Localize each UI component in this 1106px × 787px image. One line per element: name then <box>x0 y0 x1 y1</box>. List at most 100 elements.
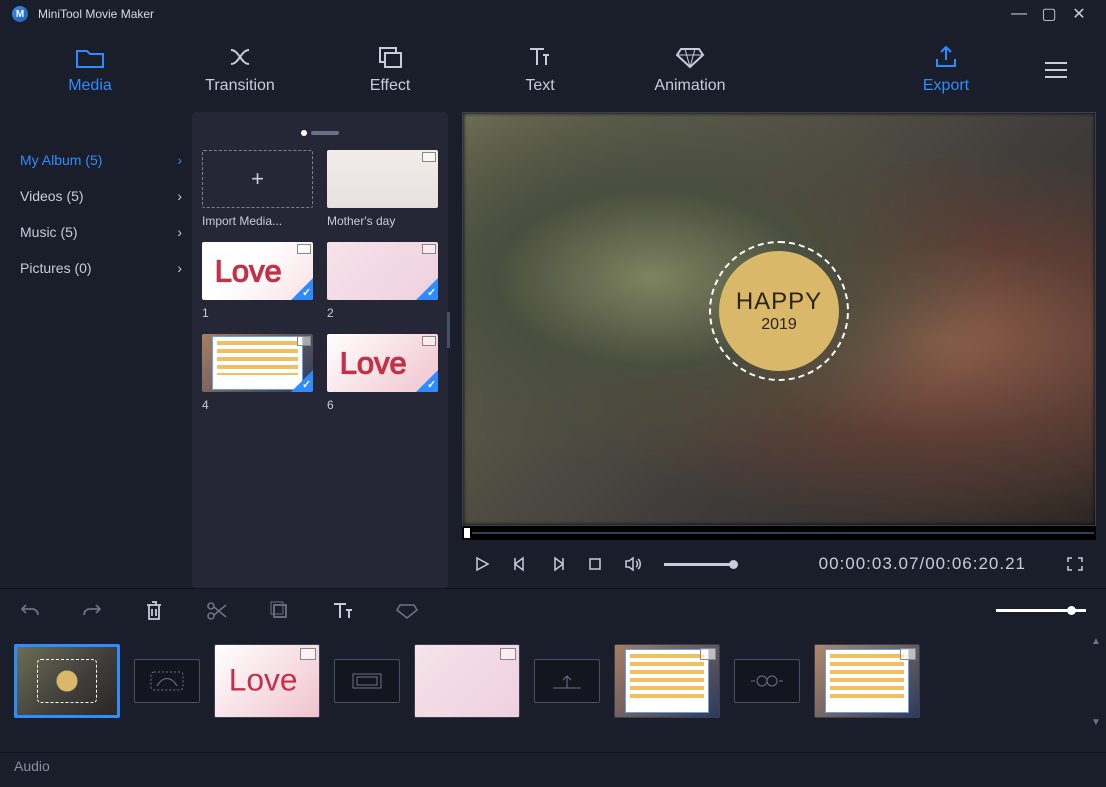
tab-text[interactable]: Text <box>470 45 610 95</box>
prev-frame-button[interactable] <box>512 556 528 572</box>
undo-button[interactable] <box>20 602 40 620</box>
redo-icon <box>82 602 102 620</box>
delete-button[interactable] <box>144 600 164 622</box>
sidebar-item-label: My Album (5) <box>20 152 102 168</box>
media-item-1[interactable]: Love 1 <box>202 242 313 320</box>
tab-transition[interactable]: Transition <box>170 45 310 95</box>
timeline-zoom-slider[interactable] <box>996 609 1086 612</box>
import-media-label: Import Media... <box>202 214 313 228</box>
sidebar-item-pictures[interactable]: Pictures (0) › <box>20 250 182 286</box>
title-bar: M MiniTool Movie Maker — ▢ ✕ <box>0 0 1106 28</box>
chevron-right-icon: › <box>177 224 182 240</box>
redo-button[interactable] <box>82 602 102 620</box>
app-logo: M <box>12 6 28 22</box>
media-item-mothers-day[interactable]: Mother's day <box>327 150 438 228</box>
timeline-clip-1[interactable] <box>14 644 120 718</box>
seek-handle[interactable] <box>464 528 470 538</box>
timeline-scroll-up[interactable]: ▲ <box>1090 636 1102 647</box>
diamond-icon <box>675 45 705 69</box>
next-frame-button[interactable] <box>550 556 566 572</box>
media-item-label: 2 <box>327 306 438 320</box>
sidebar-item-videos[interactable]: Videos (5) › <box>20 178 182 214</box>
panel-resize-handle[interactable] <box>447 312 450 348</box>
text-edit-icon <box>332 601 354 621</box>
play-icon <box>474 556 490 572</box>
scissors-icon <box>206 601 228 621</box>
timeline-clip-5[interactable] <box>814 644 920 718</box>
chevron-right-icon: › <box>177 188 182 204</box>
svg-text:Love: Love <box>215 253 282 288</box>
media-page-indicator[interactable] <box>202 130 438 136</box>
timeline-clip-4[interactable] <box>614 644 720 718</box>
timeline: Love ▲ ▼ <box>0 632 1106 752</box>
export-label: Export <box>923 77 969 95</box>
preview-panel: HAPPY 2019 00:00:03.07/00:06:20.21 <box>462 112 1096 588</box>
transition-slot-3[interactable] <box>534 659 600 703</box>
tab-animation[interactable]: Animation <box>620 45 760 95</box>
app-title: MiniTool Movie Maker <box>38 7 154 21</box>
play-button[interactable] <box>474 556 490 572</box>
preview-text-line2: 2019 <box>761 316 797 334</box>
import-media-button[interactable]: + Import Media... <box>202 150 313 228</box>
diamond-small-icon <box>396 602 418 620</box>
preview-stage[interactable]: HAPPY 2019 <box>462 112 1096 526</box>
folder-icon <box>75 45 105 69</box>
transition-icon <box>226 45 254 69</box>
undo-icon <box>20 602 40 620</box>
text-icon <box>527 45 553 69</box>
timeline-clip-2[interactable]: Love <box>214 644 320 718</box>
sidebar-item-music[interactable]: Music (5) › <box>20 214 182 250</box>
window-close-button[interactable]: ✕ <box>1064 4 1094 24</box>
window-minimize-button[interactable]: — <box>1004 5 1034 23</box>
trash-icon <box>144 600 164 622</box>
fullscreen-button[interactable] <box>1066 556 1084 572</box>
prev-frame-icon <box>512 556 528 572</box>
tab-animation-label: Animation <box>654 77 725 95</box>
tab-media[interactable]: Media <box>20 45 160 95</box>
preview-text-line1: HAPPY <box>736 288 822 316</box>
media-item-6[interactable]: Love 6 <box>327 334 438 412</box>
sidebar-item-label: Pictures (0) <box>20 260 92 276</box>
stop-button[interactable] <box>588 557 602 571</box>
volume-slider[interactable] <box>664 563 734 566</box>
crop-button[interactable] <box>270 601 290 621</box>
window-maximize-button[interactable]: ▢ <box>1034 4 1064 24</box>
transition-slot-2[interactable] <box>334 659 400 703</box>
timeline-scroll-down[interactable]: ▼ <box>1090 717 1102 728</box>
media-item-4[interactable]: 4 <box>202 334 313 412</box>
time-display: 00:00:03.07/00:06:20.21 <box>819 554 1026 574</box>
seek-bar[interactable] <box>462 526 1096 540</box>
sidebar-item-label: Music (5) <box>20 224 78 240</box>
playback-controls: 00:00:03.07/00:06:20.21 <box>462 540 1096 588</box>
preview-text-frame[interactable]: HAPPY 2019 <box>709 241 849 381</box>
sidebar-item-label: Videos (5) <box>20 188 84 204</box>
media-item-label: 4 <box>202 398 313 412</box>
speaker-icon <box>624 556 642 572</box>
next-frame-icon <box>550 556 566 572</box>
svg-text:Love: Love <box>340 345 407 380</box>
svg-text:Love: Love <box>229 661 298 697</box>
sidebar: My Album (5) › Videos (5) › Music (5) › … <box>0 112 192 588</box>
effect-icon <box>377 45 403 69</box>
transition-slot-4[interactable] <box>734 659 800 703</box>
tab-effect[interactable]: Effect <box>320 45 460 95</box>
timeline-clip-3[interactable] <box>414 644 520 718</box>
video-track[interactable]: Love <box>14 638 1092 724</box>
split-button[interactable] <box>206 601 228 621</box>
sidebar-item-my-album[interactable]: My Album (5) › <box>20 142 182 178</box>
text-edit-button[interactable] <box>332 601 354 621</box>
media-panel: + Import Media... Mother's day Love 1 2 … <box>192 112 448 588</box>
tab-text-label: Text <box>525 77 554 95</box>
export-button[interactable]: Export <box>876 45 1016 95</box>
chevron-right-icon: › <box>177 152 182 168</box>
hamburger-icon <box>1043 60 1069 80</box>
crop-icon <box>270 601 290 621</box>
volume-button[interactable] <box>624 556 642 572</box>
hamburger-menu-button[interactable] <box>1026 60 1086 80</box>
animation-edit-button[interactable] <box>396 602 418 620</box>
tab-effect-label: Effect <box>370 77 411 95</box>
tab-transition-label: Transition <box>205 77 275 95</box>
media-item-label: 6 <box>327 398 438 412</box>
media-item-2[interactable]: 2 <box>327 242 438 320</box>
transition-slot-1[interactable] <box>134 659 200 703</box>
